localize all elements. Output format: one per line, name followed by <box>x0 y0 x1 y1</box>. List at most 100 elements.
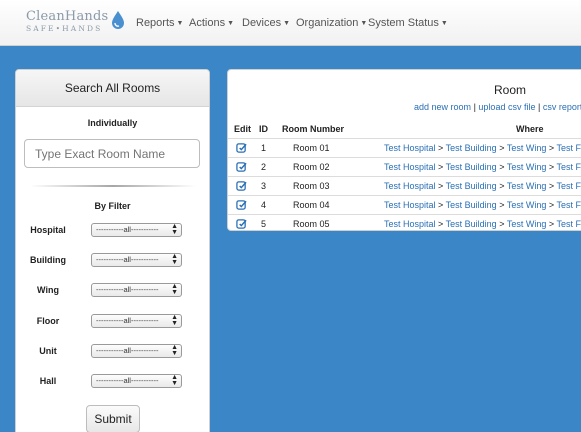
table-row: 3 Room 03 Test Hospital > Test Building … <box>228 176 581 195</box>
floor-select[interactable]: -----------all----------- ▲ ▼ <box>91 314 182 328</box>
row-room-number: Room 02 <box>293 162 330 172</box>
nav-actions-label: Actions <box>189 17 226 29</box>
chevron-down-icon: ▼ <box>283 20 291 27</box>
floor-filter-label: Floor <box>36 316 60 326</box>
room-actions-links: add new room | upload csv file | csv rep… <box>414 102 581 112</box>
breadcrumb-sep: > <box>499 219 505 229</box>
hall-select[interactable]: -----------all----------- ▲ ▼ <box>91 374 182 388</box>
nav-organization[interactable]: Organization ▼ <box>296 17 367 29</box>
hall-select-value: -----------all----------- <box>96 376 159 385</box>
wing-select[interactable]: -----------all----------- ▲ ▼ <box>91 283 182 297</box>
floor-link[interactable]: Test Flo <box>556 200 581 210</box>
wing-link[interactable]: Test Wing <box>507 181 547 191</box>
wing-link[interactable]: Test Wing <box>507 219 547 229</box>
chevron-down-icon: ▼ <box>440 20 448 27</box>
edit-icon[interactable] <box>236 199 247 210</box>
wing-link[interactable]: Test Wing <box>507 200 547 210</box>
submit-button[interactable]: Submit <box>86 405 140 432</box>
building-select[interactable]: -----------all----------- ▲ ▼ <box>91 253 182 267</box>
col-header-where: Where <box>516 124 544 134</box>
row-room-number: Room 04 <box>293 200 330 210</box>
table-row: 5 Room 05 Test Hospital > Test Building … <box>228 214 581 230</box>
col-header-id: ID <box>259 124 268 134</box>
row-room-number: Room 03 <box>293 181 330 191</box>
wing-link[interactable]: Test Wing <box>507 162 547 172</box>
building-link[interactable]: Test Building <box>446 200 497 210</box>
breadcrumb-sep: > <box>548 143 555 153</box>
nav-system-status[interactable]: System Status ▼ <box>368 17 448 29</box>
nav-organization-label: Organization <box>296 17 359 29</box>
table-row: 1 Room 01 Test Hospital > Test Building … <box>228 138 581 157</box>
link-separator: | <box>537 102 541 112</box>
row-id: 5 <box>261 219 267 229</box>
hospital-link[interactable]: Test Hospital <box>384 162 436 172</box>
edit-icon[interactable] <box>236 218 247 229</box>
breadcrumb-sep: > <box>499 181 505 191</box>
floor-link[interactable]: Test Flo <box>556 162 581 172</box>
table-row: 2 Room 02 Test Hospital > Test Building … <box>228 157 581 176</box>
edit-icon[interactable] <box>236 142 247 153</box>
room-list-panel: Room add new room | upload csv file | cs… <box>227 69 581 231</box>
upload-csv-link[interactable]: upload csv file <box>478 102 535 112</box>
floor-link[interactable]: Test Flo <box>556 219 581 229</box>
nav-reports-label: Reports <box>136 17 175 29</box>
brand-name: CleanHands <box>26 9 109 24</box>
building-filter-label: Building <box>30 255 66 265</box>
unit-select[interactable]: -----------all----------- ▲ ▼ <box>91 344 182 358</box>
edit-icon[interactable] <box>236 161 247 172</box>
building-link[interactable]: Test Building <box>446 162 497 172</box>
brand-logo[interactable]: CleanHands SAFE•HANDS <box>26 9 124 37</box>
select-arrows-icon: ▲ ▼ <box>171 223 178 236</box>
breadcrumb-sep: > <box>438 143 444 153</box>
edit-icon[interactable] <box>236 180 247 191</box>
breadcrumb-sep: > <box>438 219 444 229</box>
floor-link[interactable]: Test Flo <box>556 143 581 153</box>
hospital-select[interactable]: -----------all----------- ▲ ▼ <box>91 223 182 237</box>
room-panel-title: Room <box>494 83 527 97</box>
water-drop-icon <box>112 11 124 29</box>
room-name-input[interactable] <box>24 139 200 168</box>
floor-select-value: -----------all----------- <box>96 316 159 325</box>
wing-filter-label: Wing <box>37 285 59 295</box>
hospital-link[interactable]: Test Hospital <box>384 143 436 153</box>
hospital-link[interactable]: Test Hospital <box>384 219 436 229</box>
nav-devices[interactable]: Devices ▼ <box>242 17 290 29</box>
row-where: Test Hospital > Test Building > Test Win… <box>384 181 581 191</box>
nav-devices-label: Devices <box>242 17 282 29</box>
hospital-link[interactable]: Test Hospital <box>384 181 436 191</box>
select-arrows-icon: ▲ ▼ <box>171 283 178 296</box>
wing-select-value: -----------all----------- <box>96 285 159 294</box>
individually-label: Individually <box>87 118 138 128</box>
row-room-number: Room 05 <box>293 219 330 229</box>
nav-actions[interactable]: Actions ▼ <box>189 17 234 29</box>
hospital-link[interactable]: Test Hospital <box>384 200 436 210</box>
row-where: Test Hospital > Test Building > Test Win… <box>384 219 581 229</box>
csv-report-link[interactable]: csv report <box>543 102 581 112</box>
floor-link[interactable]: Test Flo <box>556 181 581 191</box>
chevron-down-icon: ▼ <box>227 20 235 27</box>
building-select-value: -----------all----------- <box>96 255 159 264</box>
wing-link[interactable]: Test Wing <box>507 143 547 153</box>
add-new-room-link[interactable]: add new room <box>414 102 471 112</box>
hospital-select-value: -----------all----------- <box>96 225 159 234</box>
select-arrows-icon: ▲ ▼ <box>171 253 178 266</box>
nav-reports[interactable]: Reports ▼ <box>136 17 183 29</box>
by-filter-label: By Filter <box>94 201 131 211</box>
breadcrumb-sep: > <box>548 162 555 172</box>
building-link[interactable]: Test Building <box>446 143 497 153</box>
search-panel-title: Search All Rooms <box>16 70 209 107</box>
breadcrumb-sep: > <box>548 181 555 191</box>
breadcrumb-sep: > <box>548 219 555 229</box>
breadcrumb-sep: > <box>499 200 505 210</box>
col-header-edit: Edit <box>234 124 251 134</box>
row-where: Test Hospital > Test Building > Test Win… <box>384 200 581 210</box>
row-room-number: Room 01 <box>293 143 330 153</box>
breadcrumb-sep: > <box>548 200 555 210</box>
section-divider <box>30 185 196 187</box>
select-arrows-icon: ▲ ▼ <box>171 314 178 327</box>
building-link[interactable]: Test Building <box>446 219 497 229</box>
hall-filter-label: Hall <box>39 376 57 386</box>
row-id: 2 <box>261 162 267 172</box>
building-link[interactable]: Test Building <box>446 181 497 191</box>
row-where: Test Hospital > Test Building > Test Win… <box>384 162 581 172</box>
